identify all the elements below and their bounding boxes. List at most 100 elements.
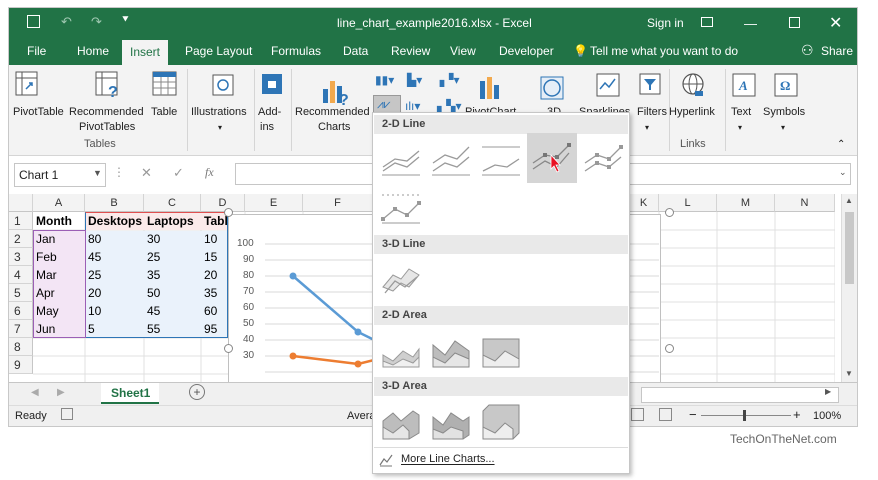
hyperlink-button[interactable]: Hyperlink [669, 105, 715, 120]
zoom-in-icon[interactable]: + [793, 407, 801, 422]
minimize-icon[interactable]: — [744, 16, 757, 31]
redo-icon[interactable]: ↷ [91, 14, 102, 30]
cell-d6[interactable]: 60 [202, 302, 229, 320]
stacked-area-chart-option[interactable] [429, 329, 473, 373]
cell-b4[interactable]: 25 [86, 266, 144, 284]
cell-b1[interactable]: Desktops [86, 212, 144, 230]
tab-page-layout[interactable]: Page Layout [185, 44, 252, 58]
chart-resize-handle[interactable] [224, 344, 233, 353]
maximize-icon[interactable] [789, 17, 800, 28]
filters-icon[interactable] [639, 73, 661, 95]
cell-a7[interactable]: Jun [34, 320, 85, 338]
recommended-charts-icon[interactable]: ? [321, 75, 351, 105]
symbols-button[interactable]: Symbols [763, 105, 805, 120]
hierarchy-chart-icon[interactable]: ▙▾ [407, 73, 422, 87]
scroll-right-icon[interactable]: ▶ [825, 387, 831, 396]
cell-c7[interactable]: 55 [145, 320, 201, 338]
hyperlink-icon[interactable] [679, 71, 707, 99]
cell-b6[interactable]: 10 [86, 302, 144, 320]
row-header-7[interactable]: 7 [9, 320, 33, 338]
addins-label-2[interactable]: ins [260, 120, 274, 135]
share-person-icon[interactable]: ⚇ [801, 42, 814, 59]
pivottable-button[interactable]: PivotTable [13, 105, 64, 120]
page-break-view-icon[interactable] [631, 408, 644, 421]
cell-a3[interactable]: Feb [34, 248, 85, 266]
column-header-k[interactable]: K [629, 194, 659, 212]
expand-formula-chevron-down-icon[interactable]: ⌄ [839, 167, 847, 178]
page-layout-view-icon[interactable] [659, 408, 672, 421]
select-all-corner[interactable] [9, 194, 33, 212]
column-header-a[interactable]: A [33, 194, 85, 212]
desktops-point[interactable] [354, 328, 362, 336]
filters-button[interactable]: Filters [637, 105, 667, 120]
tab-home[interactable]: Home [77, 44, 109, 58]
name-box[interactable]: Chart 1 ▼ [14, 163, 106, 187]
symbols-icon[interactable]: Ω [774, 73, 798, 97]
pivotchart-icon[interactable] [477, 75, 503, 101]
scrollbar-thumb[interactable] [845, 212, 854, 284]
line-with-markers-chart-option[interactable] [527, 133, 577, 183]
filters-chevron-down-icon[interactable]: ▾ [645, 120, 649, 135]
tab-view[interactable]: View [450, 44, 476, 58]
tab-review[interactable]: Review [391, 44, 430, 58]
table-button[interactable]: Table [151, 105, 177, 120]
addins-icon[interactable] [261, 73, 283, 95]
symbols-chevron-down-icon[interactable]: ▾ [781, 120, 785, 135]
column-header-c[interactable]: C [144, 194, 201, 212]
statistic-chart-icon[interactable]: ılı▾ [405, 99, 420, 113]
cell-b5[interactable]: 20 [86, 284, 144, 302]
stacked-line-with-markers-option[interactable] [581, 137, 625, 181]
3d-stacked-area-chart-option[interactable] [429, 399, 473, 443]
sheet-tab-sheet1[interactable]: Sheet1 [101, 383, 159, 404]
3d-line-chart-option[interactable] [379, 257, 423, 301]
recommended-pivottables-label-1[interactable]: Recommended [69, 105, 144, 120]
tab-formulas[interactable]: Formulas [271, 44, 321, 58]
row-header-8[interactable]: 8 [9, 338, 33, 356]
prev-sheet-icon[interactable]: ◀ [31, 387, 39, 398]
column-chart-icon[interactable]: ▮▮▾ [375, 73, 394, 87]
cell-c2[interactable]: 30 [145, 230, 201, 248]
100-stacked-line-with-markers-option[interactable] [379, 185, 423, 229]
cell-a6[interactable]: May [34, 302, 85, 320]
recommended-pivottables-label-2[interactable]: PivotTables [79, 120, 135, 135]
table-icon[interactable] [152, 71, 178, 97]
row-header-2[interactable]: 2 [9, 230, 33, 248]
column-header-b[interactable]: B [85, 194, 144, 212]
3d-map-icon[interactable] [539, 75, 565, 101]
new-sheet-icon[interactable]: + [189, 384, 205, 400]
recommended-charts-label-2[interactable]: Charts [318, 120, 350, 135]
row-header-3[interactable]: 3 [9, 248, 33, 266]
cell-d2[interactable]: 10 [202, 230, 229, 248]
ribbon-display-options-icon[interactable] [701, 17, 713, 27]
waterfall-chart-icon[interactable]: ▗▝▾ [435, 73, 459, 87]
illustrations-button[interactable]: Illustrations [191, 105, 247, 120]
row-header-9[interactable]: 9 [9, 356, 33, 374]
addins-label-1[interactable]: Add- [258, 105, 281, 120]
column-header-e[interactable]: E [245, 194, 303, 212]
recommended-pivottables-icon[interactable]: ? [95, 71, 121, 99]
cell-d4[interactable]: 20 [202, 266, 229, 284]
laptops-point[interactable] [354, 360, 362, 368]
combo-chart-icon[interactable]: ▖▚▾ [437, 99, 461, 113]
cell-d5[interactable]: 35 [202, 284, 229, 302]
macro-record-icon[interactable] [61, 408, 73, 420]
cell-a1[interactable]: Month [34, 212, 85, 230]
cell-b3[interactable]: 45 [86, 248, 144, 266]
cancel-icon[interactable]: ✕ [141, 165, 152, 181]
laptops-point[interactable] [289, 352, 297, 360]
zoom-out-icon[interactable]: − [689, 407, 697, 422]
text-chevron-down-icon[interactable]: ▾ [738, 120, 742, 135]
column-header-m[interactable]: M [717, 194, 775, 212]
cell-d3[interactable]: 15 [202, 248, 229, 266]
illustrations-icon[interactable] [211, 73, 235, 97]
text-button[interactable]: Text [731, 105, 751, 120]
scroll-down-icon[interactable]: ▼ [845, 369, 853, 378]
3d-area-chart-option[interactable] [379, 399, 423, 443]
close-icon[interactable]: ✕ [829, 13, 842, 33]
tab-developer[interactable]: Developer [499, 44, 554, 58]
cell-a5[interactable]: Apr [34, 284, 85, 302]
column-header-d[interactable]: D [201, 194, 245, 212]
share-button[interactable]: Share [821, 44, 853, 58]
zoom-slider[interactable] [701, 415, 791, 416]
column-header-n[interactable]: N [775, 194, 835, 212]
